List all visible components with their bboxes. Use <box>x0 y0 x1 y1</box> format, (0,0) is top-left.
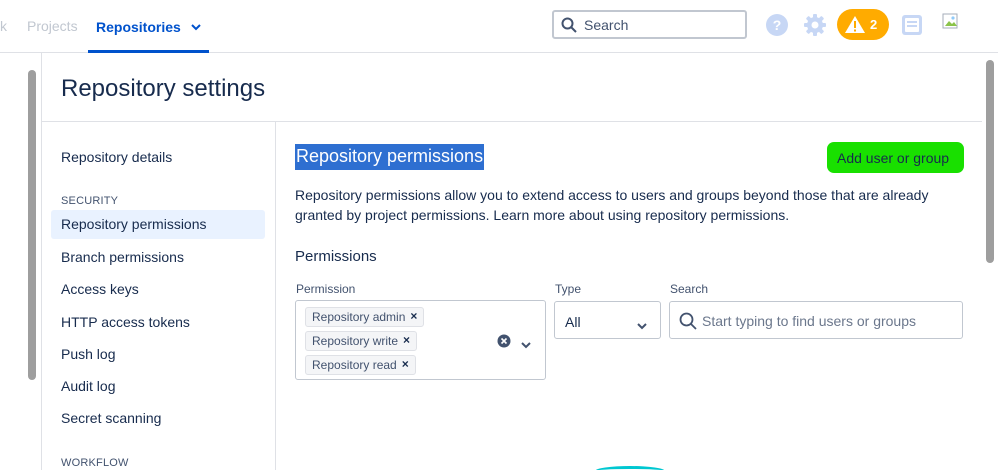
nav-repositories-label: Repositories <box>96 19 181 35</box>
alerts-badge[interactable]: 2 <box>837 9 889 40</box>
permissions-description: Repository permissions allow you to exte… <box>295 187 929 223</box>
nav-item-repositories[interactable]: Repositories <box>88 0 209 53</box>
type-select[interactable]: All <box>554 301 661 339</box>
sidebar-item-http-access-tokens[interactable]: HTTP access tokens <box>51 308 265 337</box>
section-title: Repository permissions <box>295 144 485 170</box>
sidebar-heading-security: SECURITY <box>61 195 119 207</box>
top-navigation: k Projects Repositories ? <box>0 0 998 53</box>
nav-item-partial[interactable]: k <box>0 18 7 34</box>
global-search-input[interactable] <box>584 15 739 35</box>
chevron-down-icon <box>637 317 647 333</box>
sidebar-item-secret-scanning[interactable]: Secret scanning <box>51 404 265 433</box>
help-icon[interactable]: ? <box>765 13 789 37</box>
permission-multi-select[interactable]: Repository admin × Repository write × Re… <box>295 300 546 380</box>
divider <box>275 122 276 470</box>
add-user-or-group-button[interactable]: Add user or group <box>827 142 964 173</box>
search-icon <box>679 312 697 335</box>
permission-chip: Repository write × <box>305 331 418 351</box>
remove-chip-icon[interactable]: × <box>402 357 409 371</box>
avatar[interactable] <box>942 13 962 33</box>
type-select-value: All <box>565 314 581 330</box>
chip-label: Repository write <box>312 334 399 348</box>
remove-chip-icon[interactable]: × <box>403 333 410 347</box>
permission-chip: Repository read × <box>305 355 416 375</box>
warning-icon <box>844 15 866 39</box>
chip-label: Repository read <box>312 358 397 372</box>
search-label: Search <box>670 282 709 296</box>
permission-label: Permission <box>296 282 356 296</box>
scrollbar-right[interactable] <box>986 60 994 263</box>
permission-chip: Repository admin × <box>305 307 425 327</box>
loading-indicator <box>595 466 665 470</box>
user-group-search[interactable] <box>669 301 963 339</box>
page-title: Repository settings <box>61 75 266 102</box>
sidebar-item-repository-permissions[interactable]: Repository permissions <box>51 210 265 239</box>
divider <box>42 121 982 122</box>
chevron-down-icon[interactable] <box>521 336 531 354</box>
sidebar-item-branch-permissions[interactable]: Branch permissions <box>51 243 265 272</box>
sidebar-item-push-log[interactable]: Push log <box>51 340 265 369</box>
svg-text:?: ? <box>773 17 782 33</box>
search-icon <box>561 17 577 38</box>
scrollbar-left[interactable] <box>28 70 36 380</box>
notes-icon[interactable] <box>900 13 924 37</box>
clear-icon[interactable] <box>497 334 511 353</box>
chip-label: Repository admin <box>312 310 406 324</box>
nav-item-projects[interactable]: Projects <box>27 18 78 34</box>
gear-icon[interactable] <box>803 13 827 37</box>
sidebar-heading-workflow: WORKFLOW <box>61 457 129 469</box>
type-label: Type <box>555 282 582 296</box>
alerts-count: 2 <box>870 17 878 32</box>
permissions-heading: Permissions <box>295 248 377 265</box>
sidebar-item-audit-log[interactable]: Audit log <box>51 372 265 401</box>
sidebar-item-repository-details[interactable]: Repository details <box>51 143 265 172</box>
sidebar-item-access-keys[interactable]: Access keys <box>51 275 265 304</box>
chevron-down-icon <box>190 18 201 34</box>
user-group-search-input[interactable] <box>702 312 952 330</box>
global-search[interactable] <box>552 10 747 39</box>
divider <box>41 53 42 470</box>
remove-chip-icon[interactable]: × <box>410 309 417 323</box>
